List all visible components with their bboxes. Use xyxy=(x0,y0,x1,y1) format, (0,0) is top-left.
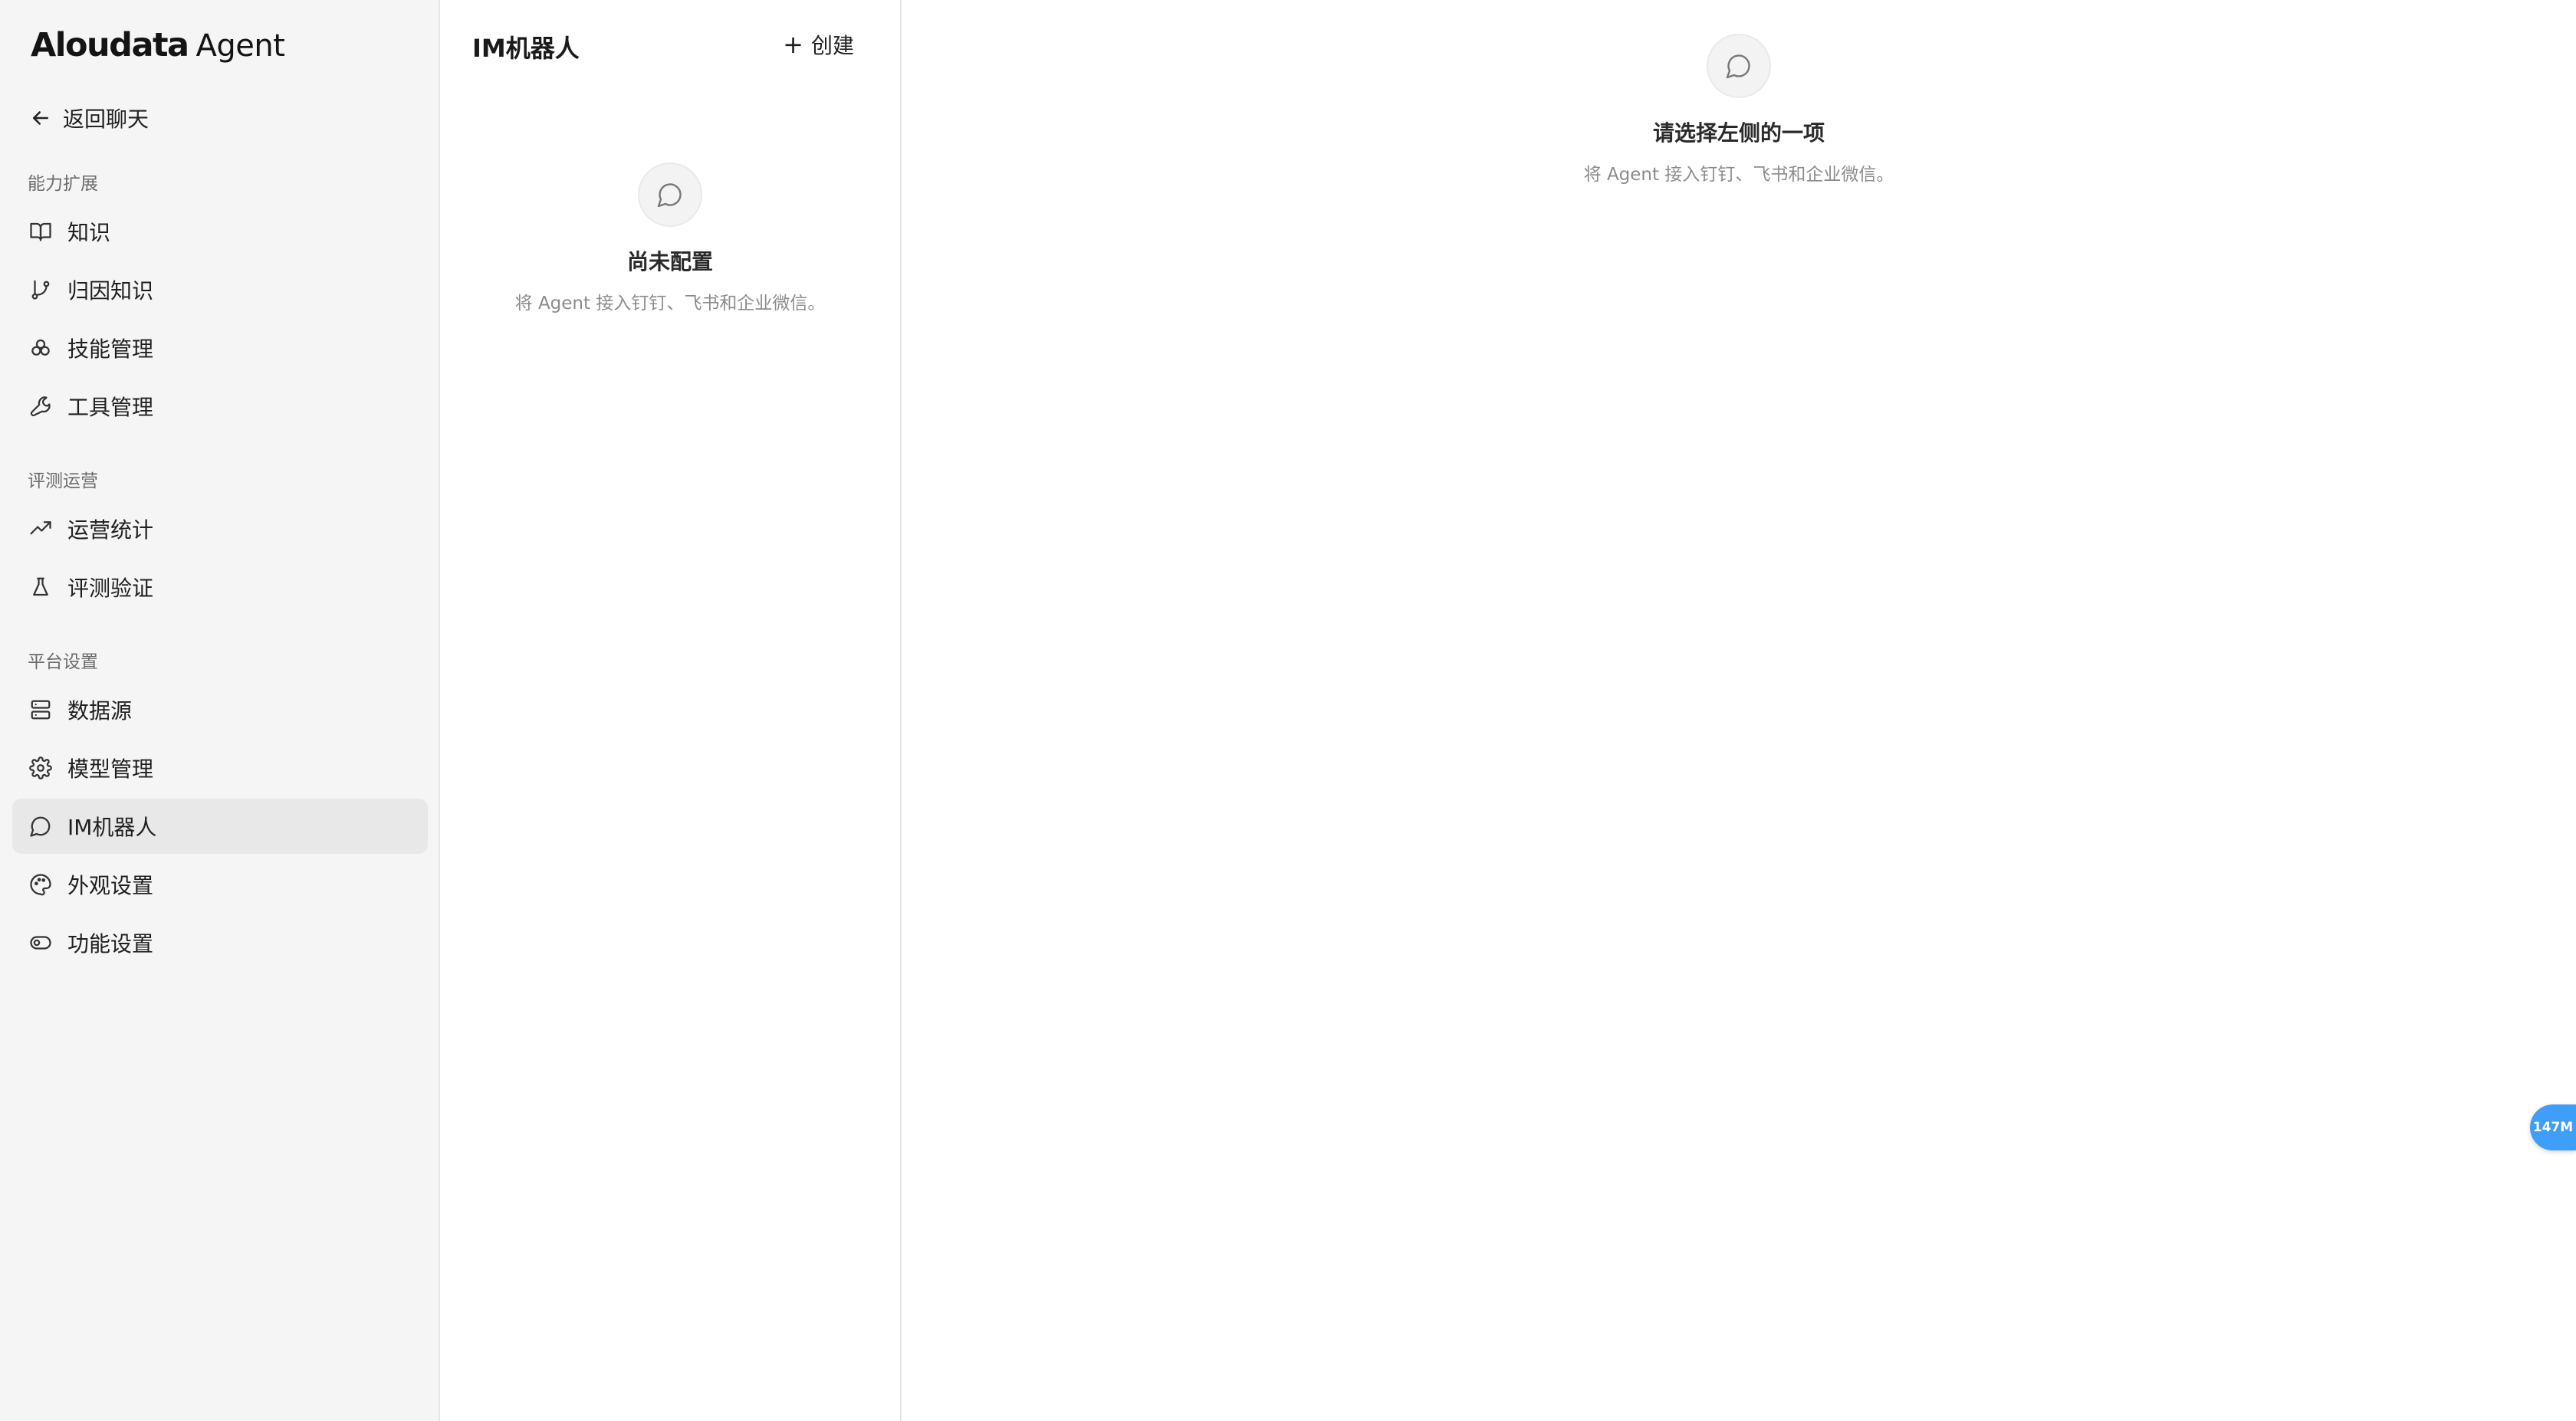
main-content: 请选择左侧的一项 将 Agent 接入钉钉、飞书和企业微信。 147M xyxy=(902,0,2576,1421)
sidebar-item-label: 功能设置 xyxy=(67,931,154,957)
sidebar-item-operations-stats[interactable]: 运营统计 xyxy=(12,501,428,556)
arrow-left-icon xyxy=(33,111,48,125)
app-root: Aloudata Agent 返回聊天 能力扩展 知识 归因知识 技能管理 工具… xyxy=(0,0,2576,1421)
create-label: 创建 xyxy=(810,33,854,58)
sidebar-item-label: 运营统计 xyxy=(67,517,154,543)
trending-up-icon xyxy=(28,516,54,542)
sidebar-item-feature-settings[interactable]: 功能设置 xyxy=(12,915,428,970)
sidebar: Aloudata Agent 返回聊天 能力扩展 知识 归因知识 技能管理 工具… xyxy=(0,0,440,1421)
sidebar-item-tools[interactable]: 工具管理 xyxy=(12,379,428,434)
sidebar-item-label: 技能管理 xyxy=(67,336,154,362)
main-empty-state: 请选择左侧的一项 将 Agent 接入钉钉、飞书和企业微信。 xyxy=(902,34,2576,185)
sidebar-item-appearance[interactable]: 外观设置 xyxy=(12,857,428,912)
create-button[interactable]: + 创建 xyxy=(783,28,854,61)
sidebar-item-im-bot[interactable]: IM机器人 xyxy=(12,799,428,854)
palette-icon xyxy=(28,871,54,898)
sidebar-item-label: 模型管理 xyxy=(67,756,154,782)
memory-usage-badge[interactable]: 147M xyxy=(2530,1104,2576,1150)
chat-bubble-icon xyxy=(28,813,54,839)
empty-state-icon-circle xyxy=(638,162,702,227)
server-icon xyxy=(28,697,54,723)
toggle-icon xyxy=(28,930,54,956)
sidebar-item-attribution-knowledge[interactable]: 归因知识 xyxy=(12,262,428,317)
back-to-chat-button[interactable]: 返回聊天 xyxy=(29,98,149,138)
flask-icon xyxy=(28,574,54,600)
sidebar-item-knowledge[interactable]: 知识 xyxy=(12,204,428,259)
section-title-platform-settings: 平台设置 xyxy=(28,652,98,672)
sidebar-item-label: 评测验证 xyxy=(67,576,154,601)
git-branch-icon xyxy=(28,277,54,303)
sidebar-item-skills[interactable]: 技能管理 xyxy=(12,320,428,376)
empty-state-description: 将 Agent 接入钉钉、飞书和企业微信。 xyxy=(1583,165,1894,185)
section-title-evaluation: 评测运营 xyxy=(28,471,98,491)
skills-icon xyxy=(28,335,54,361)
chat-bubble-icon xyxy=(657,183,682,208)
wrench-icon xyxy=(28,393,54,419)
brand-subtitle: Agent xyxy=(196,28,285,64)
book-icon xyxy=(28,218,54,244)
panel-title: IM机器人 xyxy=(472,34,580,63)
empty-state-title: 请选择左侧的一项 xyxy=(1652,120,1825,146)
chat-bubble-icon xyxy=(1726,54,1750,79)
brand-name: Aloudata xyxy=(31,26,189,64)
sidebar-item-datasource[interactable]: 数据源 xyxy=(12,682,428,737)
sidebar-item-label: 工具管理 xyxy=(67,395,154,420)
sidebar-item-label: IM机器人 xyxy=(67,815,157,840)
sidebar-item-label: 归因知识 xyxy=(67,278,154,304)
sidebar-item-label: 外观设置 xyxy=(67,873,154,898)
plus-icon: + xyxy=(783,30,803,59)
sidebar-item-label: 知识 xyxy=(67,220,111,245)
sidebar-item-evaluation[interactable]: 评测验证 xyxy=(12,560,428,615)
panel-empty-state: 尚未配置 将 Agent 接入钉钉、飞书和企业微信。 xyxy=(440,162,900,314)
empty-state-description: 将 Agent 接入钉钉、飞书和企业微信。 xyxy=(514,294,826,313)
im-bot-list-panel: IM机器人 + 创建 尚未配置 将 Agent 接入钉钉、飞书和企业微信。 xyxy=(440,0,902,1421)
brand-logo[interactable]: Aloudata Agent xyxy=(31,26,285,67)
back-label: 返回聊天 xyxy=(63,107,150,132)
sidebar-item-model-management[interactable]: 模型管理 xyxy=(12,740,428,796)
empty-state-title: 尚未配置 xyxy=(626,249,713,274)
sidebar-item-label: 数据源 xyxy=(67,698,133,724)
section-title-capabilities: 能力扩展 xyxy=(28,174,98,194)
empty-state-icon-circle xyxy=(1707,34,1771,98)
gear-icon xyxy=(28,755,54,781)
